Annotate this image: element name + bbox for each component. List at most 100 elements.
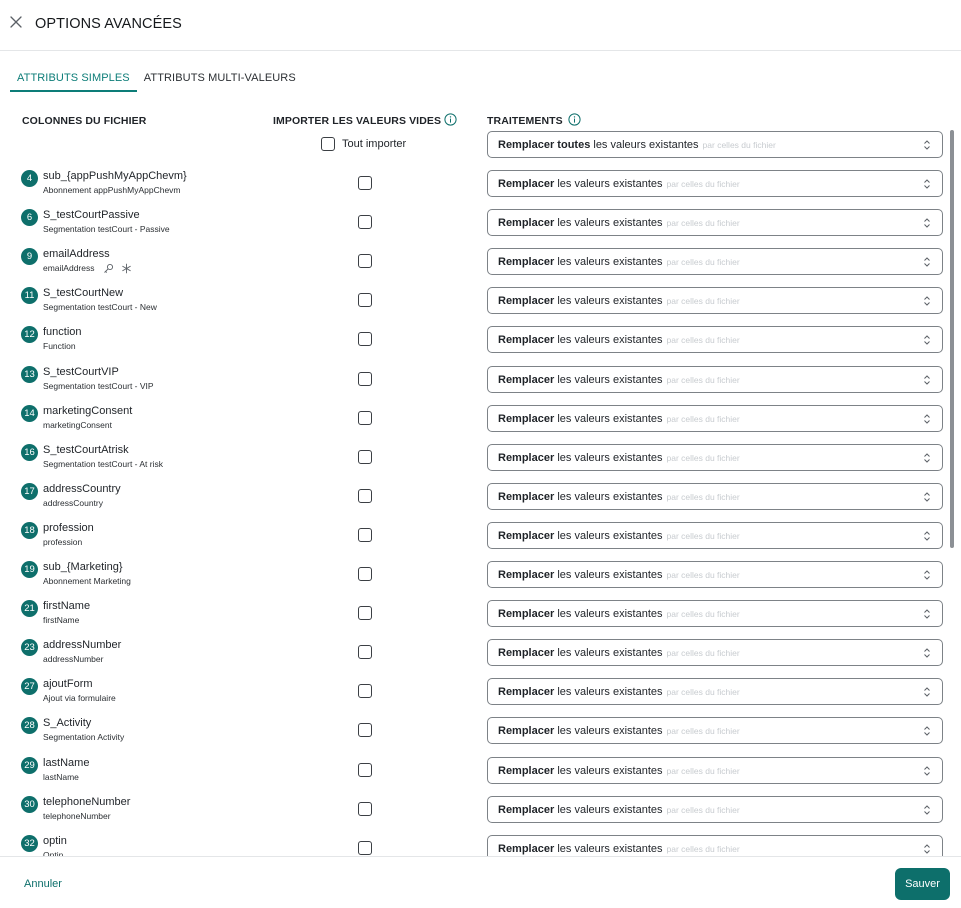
import-empty-checkbox[interactable] <box>358 410 372 425</box>
import-all-checkbox[interactable] <box>321 137 335 151</box>
import-empty-checkbox[interactable] <box>358 215 372 230</box>
table-row: 17 addressCountry addressCountry Remplacer … <box>0 473 950 512</box>
chevron-up-down-icon <box>924 765 930 776</box>
chevron-up-down-icon <box>924 726 930 737</box>
chevron-up-down-icon <box>924 257 930 267</box>
select-value: Remplacer les valeurs existantes par cell… <box>498 608 740 621</box>
table-row: 30 telephoneNumber telephoneNumber Remplace… <box>0 786 950 825</box>
chevron-up-down-icon <box>924 218 930 228</box>
select-value: Remplacer les valeurs existantes par cell… <box>498 725 740 738</box>
treatment-select[interactable]: Remplacer les valeurs existantes par cell… <box>487 170 943 197</box>
treatment-select[interactable]: Remplacer les valeurs existantes par cell… <box>487 834 943 856</box>
attribute-label: Segmentation Activity <box>43 732 125 743</box>
column-index-badge: 16 <box>21 443 38 461</box>
import-empty-checkbox[interactable] <box>358 606 372 621</box>
attribute-name: sub_{Marketing} <box>43 561 123 573</box>
treatment-select[interactable]: Remplacer les valeurs existantes par cell… <box>487 521 943 549</box>
attribute-label: Segmentation testCourt - VIP <box>43 380 154 391</box>
column-index-badge: 27 <box>21 678 38 696</box>
treatment-select[interactable]: Remplacer les valeurs existantes par cell… <box>487 365 943 393</box>
close-icon[interactable] <box>9 15 23 29</box>
import-empty-checkbox[interactable] <box>358 527 372 542</box>
dialog-header: OPTIONS AVANCÉES <box>0 0 961 51</box>
import-empty-checkbox[interactable] <box>358 840 372 855</box>
table-row: 18 profession profession Remplacer les vale… <box>0 512 950 551</box>
import-empty-checkbox[interactable] <box>358 684 372 699</box>
attribute-label: lastName <box>43 771 79 782</box>
import-all-label: Tout importer <box>342 138 407 150</box>
import-empty-checkbox[interactable] <box>358 449 372 464</box>
chevron-up-down-icon <box>924 296 930 307</box>
scrollbar[interactable] <box>950 130 954 548</box>
treatment-select[interactable]: Remplacer les valeurs existantes par cell… <box>487 795 943 823</box>
tab-multi-value-attributes[interactable]: ATTRIBUTS MULTI-VALEURS <box>137 63 303 92</box>
treatment-select[interactable]: Remplacer les valeurs existantes par cell… <box>487 561 943 588</box>
import-empty-checkbox[interactable] <box>358 254 372 269</box>
treatment-select[interactable]: Remplacer les valeurs existantes par cell… <box>487 600 943 628</box>
info-icon[interactable] <box>444 113 457 126</box>
import-empty-checkbox[interactable] <box>358 723 372 738</box>
save-button[interactable]: Sauver <box>895 868 950 900</box>
treatment-select[interactable]: Remplacer les valeurs existantes par cell… <box>487 678 943 706</box>
attribute-label: Abonnement Marketing <box>43 576 131 586</box>
import-empty-checkbox[interactable] <box>358 645 372 660</box>
treatment-select[interactable]: Remplacer les valeurs existantes par cell… <box>487 443 943 471</box>
chevron-up-down-icon <box>924 687 930 698</box>
select-value: Remplacer les valeurs existantes par cell… <box>498 569 740 581</box>
treatment-select[interactable]: Remplacer les valeurs existantes par cell… <box>487 717 943 745</box>
treatment-select[interactable]: Remplacer les valeurs existantes par cell… <box>487 404 943 432</box>
column-index-badge: 13 <box>21 365 38 383</box>
cancel-button[interactable]: Annuler <box>24 878 62 890</box>
chevron-up-down-icon <box>924 492 930 502</box>
import-empty-checkbox[interactable] <box>358 567 372 581</box>
attribute-name: S_testCourtVIP <box>43 365 119 378</box>
chevron-up-down-icon <box>924 648 930 658</box>
import-empty-checkbox[interactable] <box>358 332 372 347</box>
chevron-up-down-icon <box>924 452 930 463</box>
treatment-select[interactable]: Remplacer les valeurs existantes par cell… <box>487 482 943 510</box>
table-row: 12 function Function Remplacer les valeurs … <box>0 316 950 355</box>
attribute-label: Segmentation testCourt - At risk <box>43 458 163 469</box>
column-index-badge: 11 <box>21 287 38 305</box>
attribute-label: marketingConsent <box>43 419 112 430</box>
asterisk-icon <box>121 264 131 274</box>
chevron-up-down-icon <box>924 531 930 541</box>
import-empty-checkbox[interactable] <box>358 176 372 190</box>
tab-simple-attributes[interactable]: ATTRIBUTS SIMPLES <box>10 63 137 92</box>
attribute-label: firstName <box>43 615 80 626</box>
select-value: Remplacer les valeurs existantes par cell… <box>498 412 740 425</box>
global-treatment-select[interactable]: Remplacer toutes les valeurs existantes p… <box>487 131 943 158</box>
select-value: Remplacer toutes les valeurs existantes p… <box>498 139 776 151</box>
chevron-up-down-icon <box>924 335 930 346</box>
import-empty-checkbox[interactable] <box>358 801 372 816</box>
import-empty-checkbox[interactable] <box>358 488 372 503</box>
select-value: Remplacer les valeurs existantes par cell… <box>498 842 740 855</box>
attribute-name: telephoneNumber <box>43 795 131 808</box>
table-row: 23 addressNumber addressNumber Remplacer le… <box>0 629 950 668</box>
select-value: Remplacer les valeurs existantes par cell… <box>498 647 740 660</box>
treatment-select[interactable]: Remplacer les valeurs existantes par cell… <box>487 756 943 784</box>
column-index-badge: 19 <box>21 561 38 578</box>
column-index-badge: 28 <box>21 717 38 735</box>
attribute-label: profession <box>43 536 83 547</box>
attribute-label: addressNumber <box>43 654 104 665</box>
import-empty-checkbox[interactable] <box>358 371 372 386</box>
treatment-select[interactable]: Remplacer les valeurs existantes par cell… <box>487 248 943 276</box>
treatment-select[interactable]: Remplacer les valeurs existantes par cell… <box>487 639 943 667</box>
attribute-label: Function <box>43 341 76 352</box>
column-index-badge: 18 <box>21 521 38 539</box>
info-icon[interactable] <box>568 113 581 126</box>
attribute-label: emailAddress <box>43 263 139 274</box>
import-empty-checkbox[interactable] <box>358 293 372 308</box>
column-index-badge: 9 <box>21 248 38 266</box>
treatment-select[interactable]: Remplacer les valeurs existantes par cell… <box>487 209 943 237</box>
import-empty-checkbox[interactable] <box>358 762 372 777</box>
treatment-select[interactable]: Remplacer les valeurs existantes par cell… <box>487 326 943 354</box>
table-row: 6 S_testCourtPassive Segmentation testCour… <box>0 199 950 238</box>
treatment-select[interactable]: Remplacer les valeurs existantes par cell… <box>487 287 943 315</box>
page-title: OPTIONS AVANCÉES <box>35 16 182 32</box>
chevron-up-down-icon <box>924 804 930 815</box>
table-row: 28 S_Activity Segmentation Activity Remplac… <box>0 707 950 746</box>
select-value: Remplacer les valeurs existantes par cell… <box>498 373 740 386</box>
select-value: Remplacer les valeurs existantes par cell… <box>498 764 740 777</box>
